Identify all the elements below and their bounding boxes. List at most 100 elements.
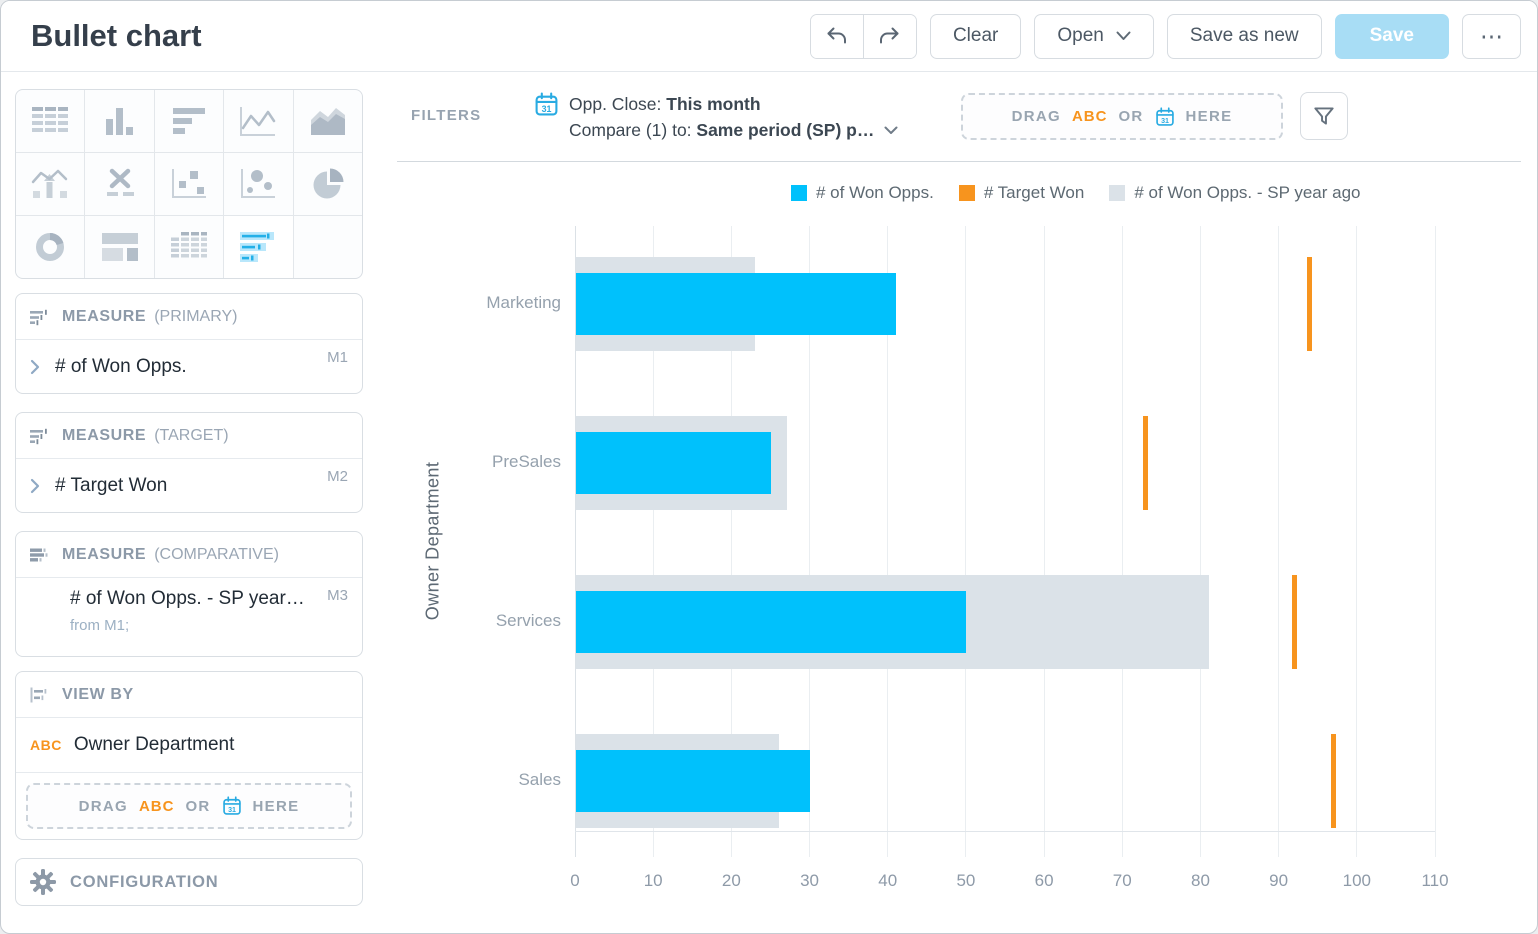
chart-canvas: 0102030405060708090100110MarketingPreSal…	[381, 71, 1537, 933]
toolbar-actions: Clear Open Save as new Save ⋯	[810, 14, 1537, 59]
target-marker[interactable]	[1307, 257, 1312, 351]
combo-chart-icon	[29, 167, 71, 201]
chart-type-empty	[294, 216, 362, 278]
measure-comparative-row[interactable]: # of Won Opps. - SP year… from M1; M3	[16, 578, 362, 656]
redo-button[interactable]	[863, 15, 916, 58]
app-window: Bullet chart Clear Open Save as new Save…	[0, 0, 1538, 934]
x-tick-label: 80	[1170, 871, 1230, 891]
bullet-chart-icon	[238, 229, 278, 265]
expand-chevron-icon[interactable]	[30, 478, 40, 494]
donut-chart-icon	[30, 229, 70, 265]
undo-icon	[824, 24, 849, 48]
drop-hint-here: HERE	[253, 798, 300, 815]
x-tick-label: 60	[1014, 871, 1074, 891]
sidebar: MEASURE (PRIMARY) # of Won Opps. M1 MEAS…	[15, 89, 363, 906]
measure-primary-panel: MEASURE (PRIMARY) # of Won Opps. M1	[15, 293, 363, 394]
measure-target-row[interactable]: # Target Won M2	[16, 459, 362, 512]
chart-type-column-chart[interactable]	[85, 90, 153, 152]
redo-icon	[877, 24, 902, 48]
chart-type-bubble-chart[interactable]	[224, 153, 292, 215]
view-by-header: VIEW BY	[16, 672, 362, 718]
chart-type-table[interactable]	[16, 90, 84, 152]
clear-button[interactable]: Clear	[930, 14, 1021, 59]
open-button-label: Open	[1057, 25, 1103, 47]
measure-primary-row[interactable]: # of Won Opps. M1	[16, 340, 362, 393]
open-button[interactable]: Open	[1034, 14, 1153, 59]
gridline	[1200, 226, 1201, 857]
x-tick-label: 50	[936, 871, 996, 891]
abc-field-type-icon: ABC	[30, 737, 62, 753]
x-tick-label: 40	[858, 871, 918, 891]
chart-type-grid	[15, 89, 363, 279]
area-chart-icon	[308, 105, 348, 137]
x-tick-label: 20	[701, 871, 761, 891]
panel-header-qualifier: (PRIMARY)	[154, 308, 237, 326]
chart-type-bullet-chart[interactable]	[224, 216, 292, 278]
bullet-measure-icon	[29, 308, 49, 326]
view-by-drop-zone[interactable]: DRAG ABC OR 31 HERE	[26, 783, 352, 829]
chart-type-x-axis-chart[interactable]	[85, 153, 153, 215]
more-options-button[interactable]: ⋯	[1462, 14, 1521, 59]
view-by-field-row[interactable]: ABC Owner Department	[16, 718, 362, 773]
pivot-table-icon	[169, 230, 209, 264]
x-tick-label: 100	[1327, 871, 1387, 891]
layout-icon	[100, 231, 140, 263]
chart-type-donut-chart[interactable]	[16, 216, 84, 278]
measure-target-panel: MEASURE (TARGET) # Target Won M2	[15, 412, 363, 513]
view-by-panel: VIEW BY ABC Owner Department DRAG ABC OR…	[15, 671, 363, 840]
measure-badge: M1	[327, 349, 348, 366]
line-chart-icon	[237, 104, 279, 138]
save-as-new-button[interactable]: Save as new	[1167, 14, 1322, 59]
save-button[interactable]: Save	[1335, 14, 1449, 59]
panel-header-qualifier: (COMPARATIVE)	[154, 546, 279, 564]
panel-header-qualifier: (TARGET)	[154, 427, 228, 445]
gridline	[1435, 226, 1436, 857]
measure-formula-note: from M1;	[70, 617, 348, 634]
chart-type-scatter-plot[interactable]	[155, 153, 223, 215]
chart-type-line-chart[interactable]	[224, 90, 292, 152]
bar-chart-icon	[169, 105, 209, 137]
expand-chevron-icon[interactable]	[30, 359, 40, 375]
drop-hint-or: OR	[185, 798, 210, 815]
svg-text:31: 31	[228, 806, 236, 814]
gear-icon	[30, 869, 56, 895]
primary-bar[interactable]	[576, 591, 967, 653]
bubble-chart-icon	[237, 167, 279, 201]
primary-bar[interactable]	[576, 273, 897, 335]
top-bar: Bullet chart Clear Open Save as new Save…	[1, 1, 1537, 72]
gridline	[1278, 226, 1279, 857]
measure-comparative-panel: MEASURE (COMPARATIVE) # of Won Opps. - S…	[15, 531, 363, 657]
chart-type-combo-chart[interactable]	[16, 153, 84, 215]
drop-hint-abc: ABC	[139, 798, 175, 815]
target-marker[interactable]	[1143, 416, 1148, 510]
scatter-plot-icon	[168, 167, 210, 201]
x-tick-label: 70	[1092, 871, 1152, 891]
x-tick-label: 10	[623, 871, 683, 891]
page-title: Bullet chart	[31, 18, 202, 54]
primary-bar[interactable]	[576, 750, 811, 812]
measure-label: # Target Won	[55, 475, 167, 497]
category-label: Services	[421, 611, 561, 631]
chart-type-pivot-table[interactable]	[155, 216, 223, 278]
chevron-down-icon	[1116, 31, 1131, 41]
target-marker[interactable]	[1292, 575, 1297, 669]
measure-primary-header: MEASURE (PRIMARY)	[16, 294, 362, 340]
category-label: PreSales	[421, 452, 561, 472]
undo-button[interactable]	[811, 15, 863, 58]
primary-bar[interactable]	[576, 432, 771, 494]
x-tick-label: 110	[1405, 871, 1465, 891]
chart-type-pie-chart[interactable]	[294, 153, 362, 215]
drop-hint-drag: DRAG	[79, 798, 128, 815]
chart-type-layout[interactable]	[85, 216, 153, 278]
chart-type-area-chart[interactable]	[294, 90, 362, 152]
configuration-button[interactable]: CONFIGURATION	[15, 858, 363, 906]
column-chart-icon	[100, 105, 140, 137]
measure-target-header: MEASURE (TARGET)	[16, 413, 362, 459]
x-tick-label: 30	[780, 871, 840, 891]
gridline	[965, 226, 966, 857]
chart-type-bar-chart[interactable]	[155, 90, 223, 152]
gridline	[1044, 226, 1045, 857]
target-marker[interactable]	[1331, 734, 1336, 828]
panel-header-label: MEASURE	[62, 546, 146, 564]
calendar-icon: 31	[222, 796, 242, 816]
